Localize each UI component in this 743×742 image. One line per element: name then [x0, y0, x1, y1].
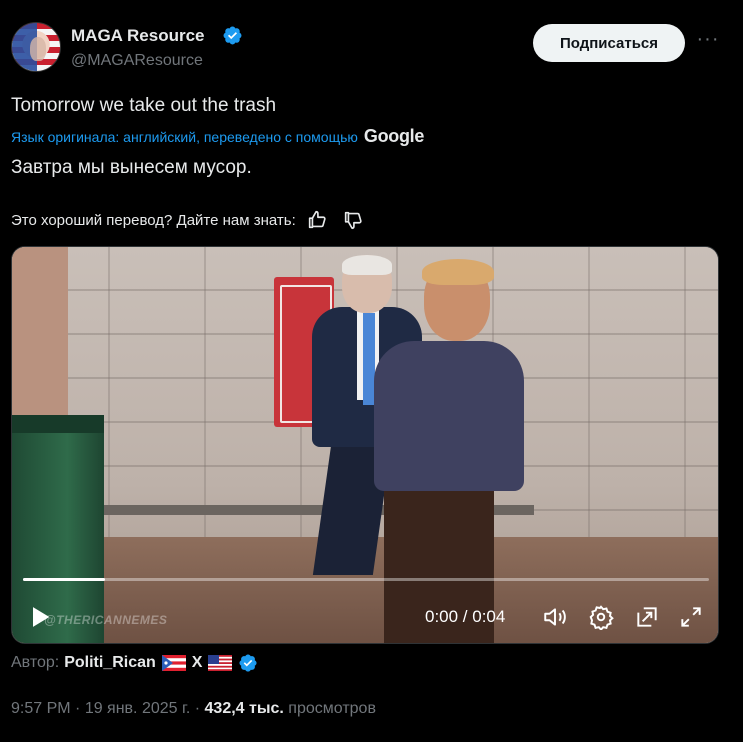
author-display-name[interactable]: MAGA Resource — [71, 26, 205, 46]
thumbs-up-icon[interactable] — [306, 209, 328, 231]
pip-icon[interactable] — [634, 604, 660, 630]
author-handle[interactable]: @MAGAResource — [71, 52, 203, 70]
tweet-header: MAGA Resource @MAGAResource Подписаться … — [11, 18, 733, 78]
volume-icon[interactable] — [542, 604, 568, 630]
settings-icon[interactable] — [588, 604, 614, 630]
avatar[interactable] — [11, 22, 61, 72]
views-count: 432,4 тыс. — [204, 700, 284, 717]
tweet-meta: 9:57 PM · 19 янв. 2025 г. · 432,4 тыс. п… — [11, 700, 376, 718]
x-mark: X — [191, 654, 203, 671]
translation-note[interactable]: Язык оригинала: английский, переведено с… — [11, 126, 424, 147]
fullscreen-icon[interactable] — [678, 604, 704, 630]
google-logo: Google — [363, 126, 425, 146]
video-frame-figure-right — [364, 259, 524, 643]
tweet-time[interactable]: 9:57 PM — [11, 700, 71, 717]
subscribe-button[interactable]: Подписаться — [533, 24, 685, 62]
verified-badge-icon — [239, 654, 258, 672]
verified-badge-icon — [223, 26, 242, 45]
play-icon[interactable] — [26, 603, 54, 631]
translated-text: Завтра мы вынесем мусор. — [11, 157, 252, 178]
feedback-prompt: Это хороший перевод? Дайте нам знать: — [11, 211, 296, 229]
views-label: просмотров — [283, 700, 376, 717]
video-progress-fill — [23, 578, 106, 581]
us-flag-icon — [208, 655, 233, 671]
puerto-rico-flag-icon — [161, 655, 186, 671]
translation-note-text[interactable]: Язык оригинала: английский, переведено с… — [11, 129, 358, 145]
tweet-text: Tomorrow we take out the trash — [11, 95, 277, 116]
meta-separator: · — [190, 700, 205, 717]
video-frame-pillar — [12, 247, 68, 417]
more-icon[interactable]: ··· — [695, 29, 721, 55]
video-controls: 0:00 / 0:04 — [12, 597, 718, 637]
video-progress-bar[interactable] — [23, 578, 709, 581]
tweet-date[interactable]: 19 янв. 2025 г. — [85, 700, 191, 717]
video-time: 0:00 / 0:04 — [425, 607, 506, 626]
video-author-attribution: Автор: Politi_Rican X — [11, 653, 258, 673]
video-player[interactable]: @THERICANNEMES 0:00 / 0:04 — [11, 246, 719, 644]
meta-separator: · — [70, 700, 85, 717]
author-prefix: Автор: — [11, 654, 60, 671]
video-author-name[interactable]: Politi_Rican — [64, 654, 156, 672]
thumbs-down-icon[interactable] — [342, 209, 364, 231]
translation-feedback: Это хороший перевод? Дайте нам знать: — [11, 209, 364, 231]
